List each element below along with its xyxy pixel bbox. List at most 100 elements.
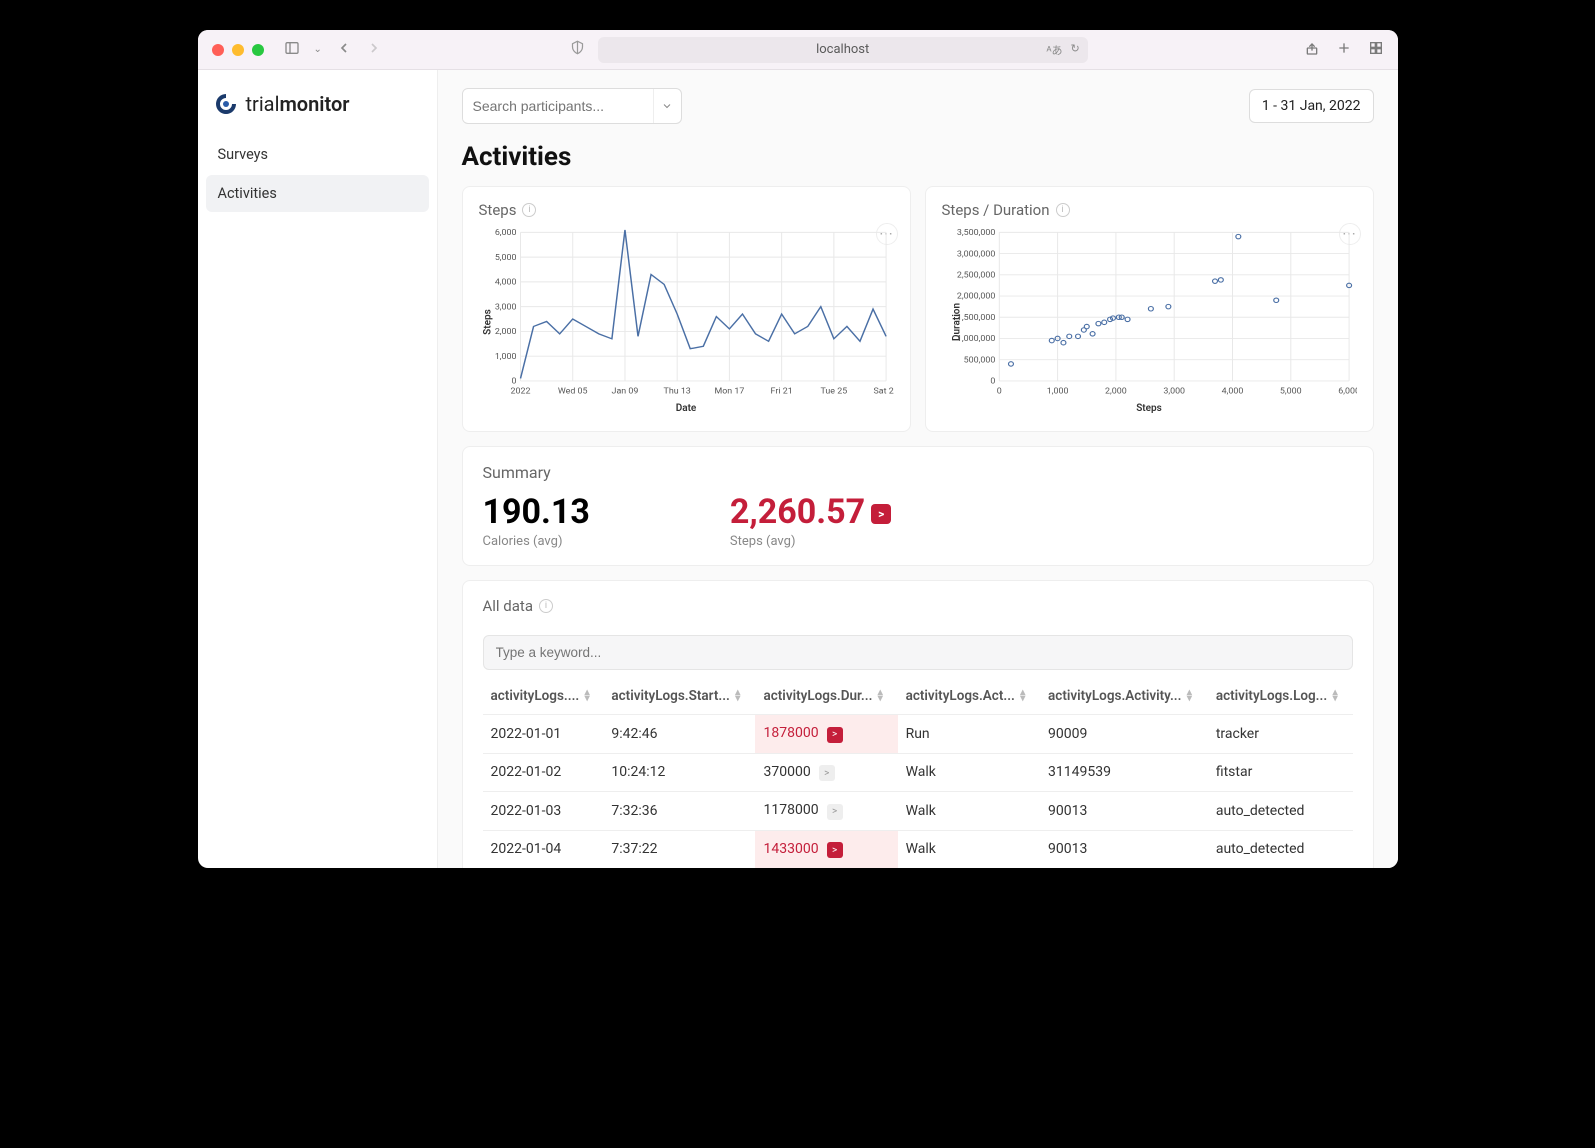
- chevron-down-icon[interactable]: ⌄: [314, 44, 322, 55]
- table-filter-input[interactable]: [483, 635, 1353, 670]
- table-cell: 9:42:46: [603, 715, 755, 754]
- close-window-button[interactable]: [212, 44, 224, 56]
- address-bar[interactable]: localhost ᴬあ ↻: [598, 37, 1088, 63]
- browser-toolbar: ⌄ localhost ᴬあ ↻: [198, 30, 1398, 70]
- svg-text:5,000: 5,000: [1279, 387, 1301, 396]
- calories-metric: 190.13 Calories (avg): [483, 492, 590, 549]
- table-cell: 7:37:22: [603, 830, 755, 868]
- sort-icon[interactable]: ▴▾: [735, 690, 740, 702]
- table-cell: Walk: [898, 830, 1040, 868]
- svg-text:5,000: 5,000: [494, 253, 516, 262]
- forward-button[interactable]: [366, 40, 382, 60]
- svg-text:1,000: 1,000: [1046, 387, 1068, 396]
- svg-text:0: 0: [990, 377, 995, 386]
- summary-card: Summary 190.13 Calories (avg) 2,260.57> …: [462, 446, 1374, 566]
- minimize-window-button[interactable]: [232, 44, 244, 56]
- svg-text:4,000: 4,000: [1221, 387, 1243, 396]
- svg-text:6,000: 6,000: [494, 228, 516, 237]
- svg-text:500,000: 500,000: [963, 356, 995, 365]
- table-cell: 1178000>: [755, 792, 897, 831]
- back-button[interactable]: [336, 40, 352, 60]
- search-dropdown-toggle[interactable]: [653, 89, 681, 123]
- steps-avg-label: Steps (avg): [730, 534, 891, 549]
- table-cell: Walk: [898, 792, 1040, 831]
- table-row[interactable]: 2022-01-0210:24:12370000>Walk31149539fit…: [483, 753, 1353, 792]
- sidebar-toggle-icon[interactable]: [284, 40, 300, 60]
- table-cell: 31149539: [1040, 753, 1208, 792]
- maximize-window-button[interactable]: [252, 44, 264, 56]
- table-cell: 370000>: [755, 753, 897, 792]
- sidebar-item-activities[interactable]: Activities: [206, 175, 429, 212]
- sort-icon[interactable]: ▴▾: [585, 690, 590, 702]
- greater-than-badge: >: [827, 804, 843, 820]
- info-icon[interactable]: i: [1056, 203, 1070, 217]
- column-header[interactable]: activityLogs.Act... ▴▾: [898, 678, 1040, 715]
- greater-than-badge: >: [871, 504, 891, 524]
- greater-than-badge: >: [827, 842, 843, 858]
- brand-text: trialmonitor: [246, 92, 350, 116]
- column-header[interactable]: activityLogs.... ▴▾: [483, 678, 604, 715]
- table-cell: tracker: [1208, 715, 1353, 754]
- svg-text:2,000: 2,000: [494, 327, 516, 336]
- steps-duration-chart-card: Steps / Durationi ⋯ Duration 0500,0001,0…: [925, 186, 1374, 432]
- all-data-title: All data: [483, 597, 534, 615]
- table-cell: 90009: [1040, 715, 1208, 754]
- table-cell: auto_detected: [1208, 830, 1353, 868]
- svg-text:Fri 21: Fri 21: [770, 387, 792, 396]
- svg-text:6,000: 6,000: [1338, 387, 1357, 396]
- svg-text:2022: 2022: [510, 387, 530, 396]
- steps-x-axis-label: Date: [479, 403, 894, 414]
- sort-icon[interactable]: ▴▾: [1020, 690, 1025, 702]
- svg-text:0: 0: [511, 377, 516, 386]
- svg-text:Mon 17: Mon 17: [714, 387, 744, 396]
- table-cell: fitstar: [1208, 753, 1353, 792]
- greater-than-badge: >: [827, 727, 843, 743]
- main-content: 1 - 31 Jan, 2022 Activities Stepsi ⋯ Ste…: [438, 70, 1398, 868]
- table-cell: Walk: [898, 753, 1040, 792]
- window-controls: [212, 44, 264, 56]
- table-cell: 2022-01-01: [483, 715, 604, 754]
- svg-text:3,000: 3,000: [494, 303, 516, 312]
- svg-text:3,500,000: 3,500,000: [956, 228, 995, 237]
- table-row[interactable]: 2022-01-037:32:361178000>Walk90013auto_d…: [483, 792, 1353, 831]
- reader-icon[interactable]: ᴬあ: [1046, 42, 1062, 58]
- brand-logo[interactable]: trialmonitor: [198, 84, 437, 136]
- scatter-x-axis-label: Steps: [942, 403, 1357, 414]
- tabs-grid-icon[interactable]: [1368, 40, 1384, 60]
- table-cell: 1878000>: [755, 715, 897, 754]
- share-icon[interactable]: [1304, 40, 1320, 60]
- table-row[interactable]: 2022-01-019:42:461878000>Run90009tracker: [483, 715, 1353, 754]
- column-header[interactable]: activityLogs.Dur... ▴▾: [755, 678, 897, 715]
- steps-line-chart: 01,0002,0003,0004,0005,0006,0002022Wed 0…: [479, 227, 894, 397]
- column-header[interactable]: activityLogs.Start... ▴▾: [603, 678, 755, 715]
- svg-text:Jan 09: Jan 09: [611, 387, 638, 396]
- info-icon[interactable]: i: [522, 203, 536, 217]
- table-row[interactable]: 2022-01-047:37:221433000>Walk90013auto_d…: [483, 830, 1353, 868]
- info-icon[interactable]: i: [539, 599, 553, 613]
- data-table: activityLogs.... ▴▾activityLogs.Start...…: [483, 678, 1353, 868]
- table-cell: 2022-01-03: [483, 792, 604, 831]
- app-window: ⌄ localhost ᴬあ ↻ trialmonitor: [198, 30, 1398, 868]
- date-range-picker[interactable]: 1 - 31 Jan, 2022: [1249, 89, 1374, 123]
- table-cell: 2022-01-02: [483, 753, 604, 792]
- sort-icon[interactable]: ▴▾: [1333, 690, 1338, 702]
- svg-text:Tue 25: Tue 25: [820, 387, 847, 396]
- sidebar: trialmonitor Surveys Activities: [198, 70, 438, 868]
- sidebar-item-surveys[interactable]: Surveys: [206, 136, 429, 173]
- participant-search[interactable]: [462, 88, 682, 124]
- reload-icon[interactable]: ↻: [1070, 42, 1079, 58]
- calories-value: 190.13: [483, 492, 590, 532]
- table-cell: 90013: [1040, 792, 1208, 831]
- svg-text:2,000,000: 2,000,000: [956, 292, 995, 301]
- new-tab-icon[interactable]: [1336, 40, 1352, 60]
- sort-icon[interactable]: ▴▾: [878, 690, 883, 702]
- column-header[interactable]: activityLogs.Activity... ▴▾: [1040, 678, 1208, 715]
- column-header[interactable]: activityLogs.Log... ▴▾: [1208, 678, 1353, 715]
- nav: Surveys Activities: [198, 136, 437, 212]
- svg-text:2,500,000: 2,500,000: [956, 271, 995, 280]
- scatter-y-axis-label: Duration: [951, 303, 962, 341]
- search-input[interactable]: [463, 90, 653, 122]
- shield-icon[interactable]: [570, 40, 585, 59]
- sort-icon[interactable]: ▴▾: [1187, 690, 1192, 702]
- svg-text:3,000,000: 3,000,000: [956, 250, 995, 259]
